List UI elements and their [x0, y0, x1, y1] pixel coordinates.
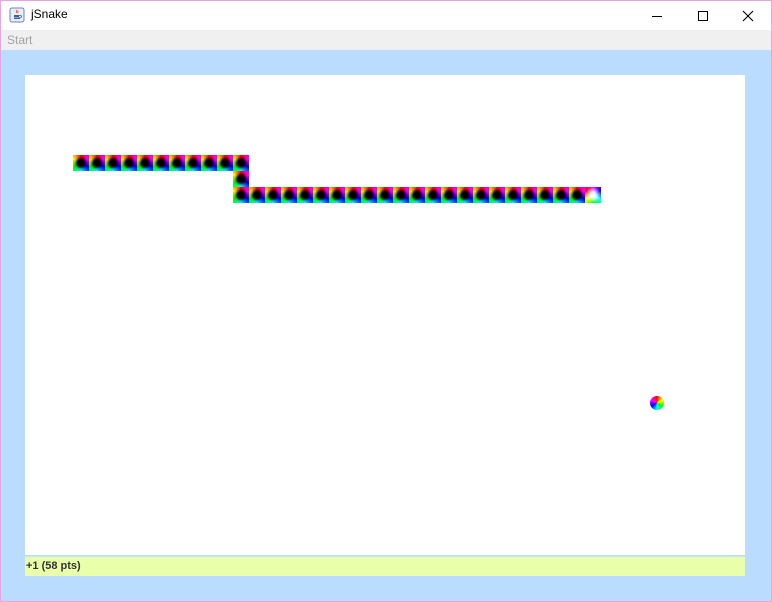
snake-body-segment	[457, 187, 473, 203]
snake-body-segment	[345, 187, 361, 203]
snake-body-segment	[489, 187, 505, 203]
snake-body-segment	[233, 187, 249, 203]
snake-body-segment	[297, 187, 313, 203]
snake-head	[585, 187, 601, 203]
snake-body-segment	[233, 155, 249, 171]
minimize-icon	[651, 10, 663, 22]
snake-body-segment	[553, 187, 569, 203]
snake-body-segment	[569, 187, 585, 203]
window-title: jSnake	[31, 7, 68, 21]
food-pellet	[650, 396, 664, 410]
maximize-icon	[697, 10, 709, 22]
game-board[interactable]	[25, 75, 745, 555]
snake-body-segment	[409, 187, 425, 203]
close-icon	[742, 10, 754, 22]
snake-body-segment	[393, 187, 409, 203]
java-coffee-cup-icon	[9, 7, 25, 23]
snake-body-segment	[329, 187, 345, 203]
snake-body-segment	[265, 187, 281, 203]
snake-body-segment	[201, 155, 217, 171]
title-bar: jSnake	[1, 1, 771, 30]
snake-body-segment	[425, 187, 441, 203]
snake-body-segment	[313, 187, 329, 203]
snake-body-segment	[105, 155, 121, 171]
snake-body-segment	[169, 155, 185, 171]
snake-body-segment	[505, 187, 521, 203]
snake-body-segment	[281, 187, 297, 203]
snake-body-segment	[521, 187, 537, 203]
snake-body-segment	[537, 187, 553, 203]
snake-body-segment	[89, 155, 105, 171]
snake-body-segment	[361, 187, 377, 203]
menu-item-start[interactable]: Start	[7, 33, 32, 47]
snake-body-segment	[233, 171, 249, 187]
score-status: +1 (58 pts)	[26, 560, 81, 572]
snake-body-segment	[377, 187, 393, 203]
minimize-button[interactable]	[634, 1, 680, 30]
snake-body-segment	[249, 187, 265, 203]
snake-body-segment	[137, 155, 153, 171]
jsnake-window: jSnake Start +1 (58 pts)	[0, 0, 772, 602]
snake-body-segment	[217, 155, 233, 171]
snake-body-segment	[153, 155, 169, 171]
menu-bar: Start	[1, 30, 771, 50]
maximize-button[interactable]	[680, 1, 726, 30]
snake-body-segment	[473, 187, 489, 203]
snake-body-segment	[185, 155, 201, 171]
snake-body-segment	[73, 155, 89, 171]
close-button[interactable]	[725, 1, 771, 30]
snake-body-segment	[121, 155, 137, 171]
status-bar: +1 (58 pts)	[25, 556, 745, 576]
snake-body-segment	[441, 187, 457, 203]
